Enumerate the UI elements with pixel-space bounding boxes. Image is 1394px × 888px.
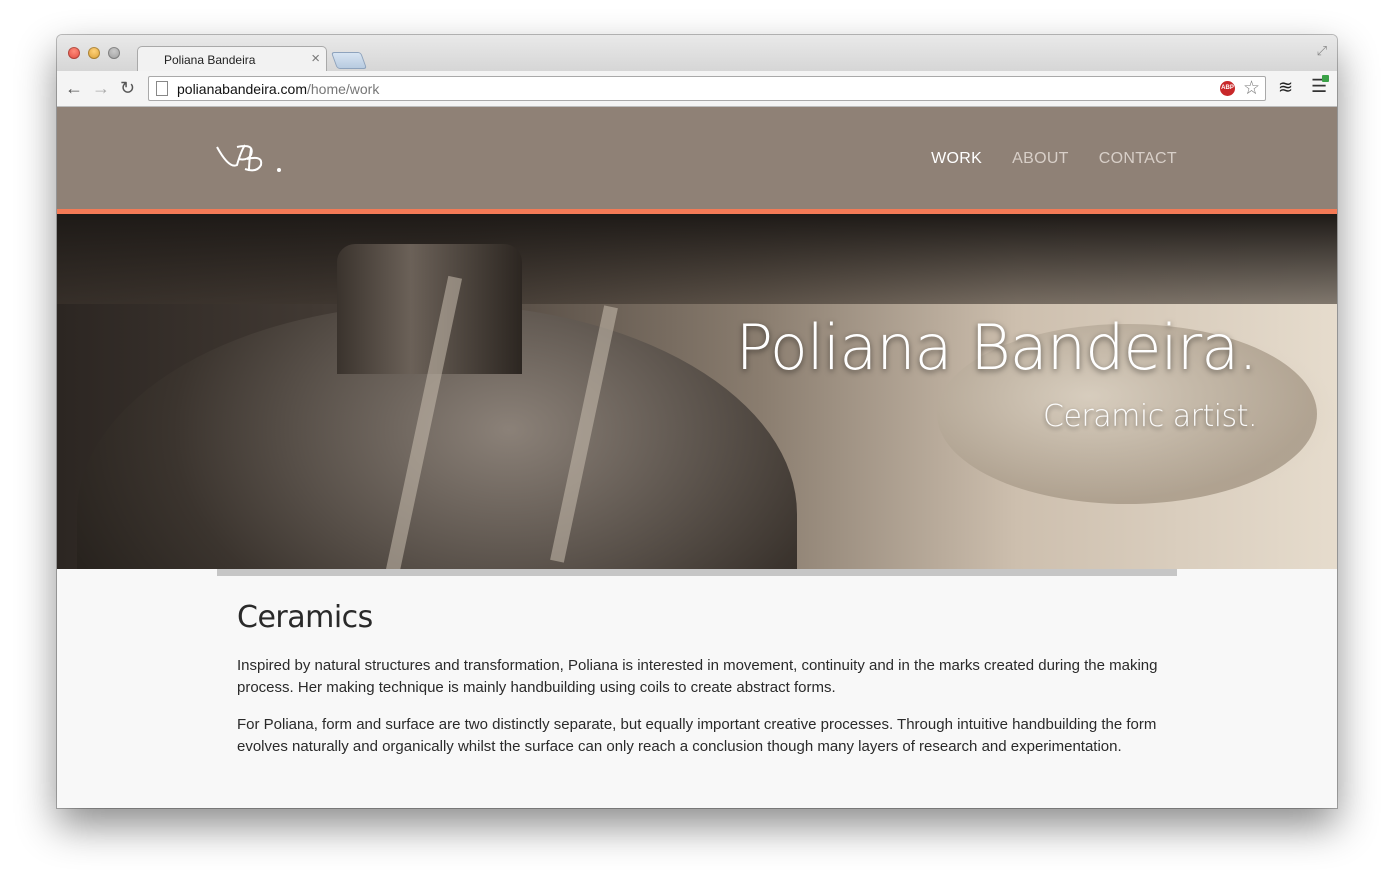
layers-extension-icon[interactable]: ≋ — [1278, 77, 1293, 98]
update-badge-icon — [1322, 75, 1329, 82]
tab-close-icon[interactable]: × — [311, 50, 320, 67]
maximize-window-button[interactable] — [108, 47, 120, 59]
section-paragraph: Inspired by natural structures and trans… — [237, 657, 1158, 696]
tab-strip: Poliana Bandeira × ⤢ — [57, 35, 1337, 72]
hero-subtitle: Ceramic artist. — [1043, 399, 1257, 434]
reload-icon[interactable]: ↻ — [120, 78, 135, 98]
hero-banner: Poliana Bandeira. Ceramic artist. — [57, 214, 1337, 569]
nav-contact[interactable]: CONTACT — [1099, 150, 1177, 168]
section-paragraph: For Poliana, form and surface are two di… — [237, 716, 1157, 755]
back-arrow-icon[interactable]: ← — [65, 78, 83, 98]
url-host: polianabandeira.com — [177, 81, 307, 97]
main-content: Ceramics Inspired by natural structures … — [237, 600, 1167, 773]
fullscreen-icon[interactable]: ⤢ — [1317, 43, 1327, 59]
minimize-window-button[interactable] — [88, 47, 100, 59]
browser-toolbar: ← → ↻ polianabandeira.com/home/work ABP … — [57, 71, 1337, 107]
nav-work[interactable]: WORK — [931, 150, 982, 168]
bookmark-star-icon[interactable]: ☆ — [1243, 77, 1260, 100]
browser-tab[interactable]: Poliana Bandeira × — [137, 46, 327, 72]
hero-title: Poliana Bandeira. — [735, 311, 1258, 384]
hero-image-pot-neck — [337, 244, 522, 374]
content-divider — [217, 569, 1177, 576]
close-window-button[interactable] — [68, 47, 80, 59]
forward-arrow-icon[interactable]: → — [92, 78, 110, 98]
tab-title: Poliana Bandeira — [164, 53, 256, 67]
nav-about[interactable]: ABOUT — [1012, 150, 1069, 168]
url-path: /home/work — [306, 81, 380, 97]
logo-mark-icon — [216, 144, 281, 172]
section-heading: Ceramics — [237, 600, 373, 635]
adblock-icon[interactable]: ABP — [1220, 81, 1235, 96]
url-text[interactable]: polianabandeira.com/home/work — [177, 81, 379, 97]
main-nav: WORK ABOUT CONTACT — [931, 150, 1177, 168]
site-header: WORK ABOUT CONTACT — [57, 107, 1337, 209]
new-tab-button[interactable] — [330, 52, 368, 69]
browser-window: Poliana Bandeira × ⤢ ← → ↻ polianabandei… — [57, 35, 1337, 808]
page-icon — [156, 81, 168, 96]
hero-image-shelf — [57, 214, 1337, 304]
address-bar[interactable]: polianabandeira.com/home/work ABP ☆ — [148, 76, 1266, 101]
